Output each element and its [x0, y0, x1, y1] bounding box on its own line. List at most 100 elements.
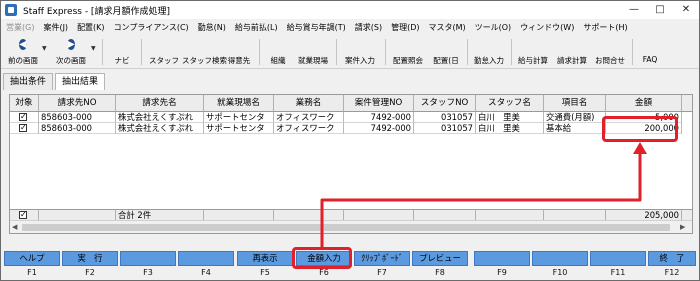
f12-key-label: F12: [664, 268, 680, 277]
staff-label: スタッフ: [149, 56, 179, 65]
site-icon: [295, 37, 331, 54]
row-checkbox[interactable]: [10, 123, 39, 134]
total-cell: [204, 209, 274, 220]
tab-conditions[interactable]: 抽出条件: [3, 73, 54, 90]
billing-calc-label: 請求計算: [557, 56, 587, 65]
scroll-right-icon[interactable]: ▶: [680, 223, 685, 231]
attendance-icon: [471, 37, 507, 54]
f5-key-label: F5: [260, 268, 270, 277]
minimize-button[interactable]: —: [621, 1, 647, 19]
menu-attendance[interactable]: 勤怠(N): [198, 22, 226, 33]
menu-billing[interactable]: 請求(S): [355, 22, 382, 33]
f9-button[interactable]: [474, 251, 530, 266]
assign-view-button[interactable]: 配置照会: [390, 37, 426, 67]
menu-master[interactable]: マスタ(M): [428, 22, 465, 33]
close-button[interactable]: ✕: [673, 1, 699, 19]
org-label: 組織: [270, 56, 286, 65]
billing-calc-icon: [553, 37, 591, 54]
job-entry-button[interactable]: 案件入力: [341, 37, 379, 67]
f5-refresh-button[interactable]: 再表示: [237, 251, 293, 266]
assign-day-label: 配置(日: [433, 56, 459, 65]
back-button[interactable]: ◀ 前の画面: [4, 37, 42, 67]
menu-jobs[interactable]: 案件(J): [43, 22, 68, 33]
f10-button[interactable]: [532, 251, 588, 266]
col-header-site-name[interactable]: 就業現場名: [204, 95, 274, 112]
back-dropdown-icon[interactable]: ▼: [42, 45, 47, 52]
col-header-staff-name[interactable]: スタッフ名: [476, 95, 544, 112]
results-grid: 対象 請求先NO 請求先名 就業現場名 業務名 案件管理NO スタッフNO スタ…: [9, 94, 693, 234]
site-button[interactable]: 就業現場: [295, 37, 331, 67]
client-label: 得意先: [227, 56, 251, 65]
tab-results[interactable]: 抽出結果: [55, 73, 106, 90]
org-chart-icon: [265, 37, 291, 54]
menu-compliance[interactable]: コンプライアンス(C): [114, 22, 189, 33]
col-header-item-name[interactable]: 項目名: [544, 95, 606, 112]
cell-work-name: オフィスワーク: [274, 123, 344, 134]
menu-admin[interactable]: 管理(D): [391, 22, 419, 33]
f7-clipboard-button[interactable]: ｸﾘｯﾌﾟﾎﾞｰﾄﾞ: [354, 251, 410, 266]
forward-button[interactable]: ▶ 次の画面: [51, 37, 91, 67]
forward-dropdown-icon[interactable]: ▼: [91, 45, 96, 52]
total-cell: [274, 209, 344, 220]
job-entry-icon: [341, 37, 379, 54]
cell-billto-name: 株式会社えくすぷれ: [116, 123, 204, 134]
cell-billto-no: 858603-000: [39, 112, 116, 123]
f12-exit-button[interactable]: 終 了: [648, 251, 696, 266]
col-header-target[interactable]: 対象: [10, 95, 39, 112]
payroll-button[interactable]: 給与計算: [514, 37, 552, 67]
menu-window[interactable]: ウィンドウ(W): [520, 22, 574, 33]
navi-button[interactable]: ナビ: [109, 37, 135, 67]
col-header-amount[interactable]: 金額: [606, 95, 682, 112]
row-checkbox[interactable]: [10, 112, 39, 123]
forward-label: 次の画面: [56, 56, 86, 65]
payroll-label: 給与計算: [518, 56, 548, 65]
horizontal-scrollbar[interactable]: ◀ ▶: [10, 220, 692, 233]
menu-advance-pay[interactable]: 給与前払(L): [235, 22, 278, 33]
col-header-billto-no[interactable]: 請求先NO: [39, 95, 116, 112]
total-checkbox[interactable]: [10, 209, 39, 220]
attendance-button[interactable]: 勤怠入力: [471, 37, 507, 67]
assign-day-icon: [429, 37, 463, 54]
toolbar: ◀ 前の画面 ▼ ▶ 次の画面 ▼ ナビ スタッフ スタッフ検索 得意先 組織 …: [1, 35, 699, 69]
org-button[interactable]: 組織: [265, 37, 291, 67]
f3-button[interactable]: [120, 251, 176, 266]
toolbar-separator: [141, 39, 142, 65]
total-count-label: 合計 2件: [116, 209, 204, 220]
col-header-billto-name[interactable]: 請求先名: [116, 95, 204, 112]
col-header-job-no[interactable]: 案件管理NO: [344, 95, 414, 112]
billing-calc-button[interactable]: 請求計算: [553, 37, 591, 67]
menu-payroll[interactable]: 給与賞与年調(T): [287, 22, 346, 33]
faq-label: FAQ: [642, 55, 658, 64]
f2-key-label: F2: [85, 268, 95, 277]
scroll-thumb[interactable]: [22, 224, 670, 231]
f11-button[interactable]: [590, 251, 646, 266]
total-cell: [544, 209, 606, 220]
menu-assign[interactable]: 配置(K): [77, 22, 105, 33]
f4-button[interactable]: [178, 251, 234, 266]
cell-staff-no: 031057: [414, 123, 476, 134]
maximize-button[interactable]: □: [647, 1, 673, 19]
f2-execute-button[interactable]: 実 行: [62, 251, 118, 266]
f4-key-label: F4: [201, 268, 211, 277]
client-button[interactable]: 得意先: [225, 37, 253, 67]
menu-tools[interactable]: ツール(O): [475, 22, 512, 33]
f6-key-label: F6: [319, 268, 329, 277]
contact-button[interactable]: お問合せ: [592, 37, 628, 67]
col-header-work-name[interactable]: 業務名: [274, 95, 344, 112]
assign-day-button[interactable]: 配置(日: [429, 37, 463, 67]
staff-button[interactable]: スタッフ: [149, 37, 179, 67]
faq-icon: [637, 37, 663, 54]
total-cell: [414, 209, 476, 220]
f8-preview-button[interactable]: プレビュー: [412, 251, 468, 266]
navi-label: ナビ: [114, 56, 130, 65]
menu-support[interactable]: サポート(H): [583, 22, 627, 33]
staff-search-button[interactable]: スタッフ検索: [182, 37, 227, 67]
f1-help-button[interactable]: ヘルプ: [4, 251, 60, 266]
menu-sales[interactable]: 営業(G): [6, 22, 34, 33]
toolbar-separator: [336, 39, 337, 65]
faq-button[interactable]: FAQ: [637, 37, 663, 67]
scroll-left-icon[interactable]: ◀: [12, 223, 17, 231]
col-header-staff-no[interactable]: スタッフNO: [414, 95, 476, 112]
f3-key-label: F3: [143, 268, 153, 277]
contact-label: お問合せ: [595, 56, 625, 65]
